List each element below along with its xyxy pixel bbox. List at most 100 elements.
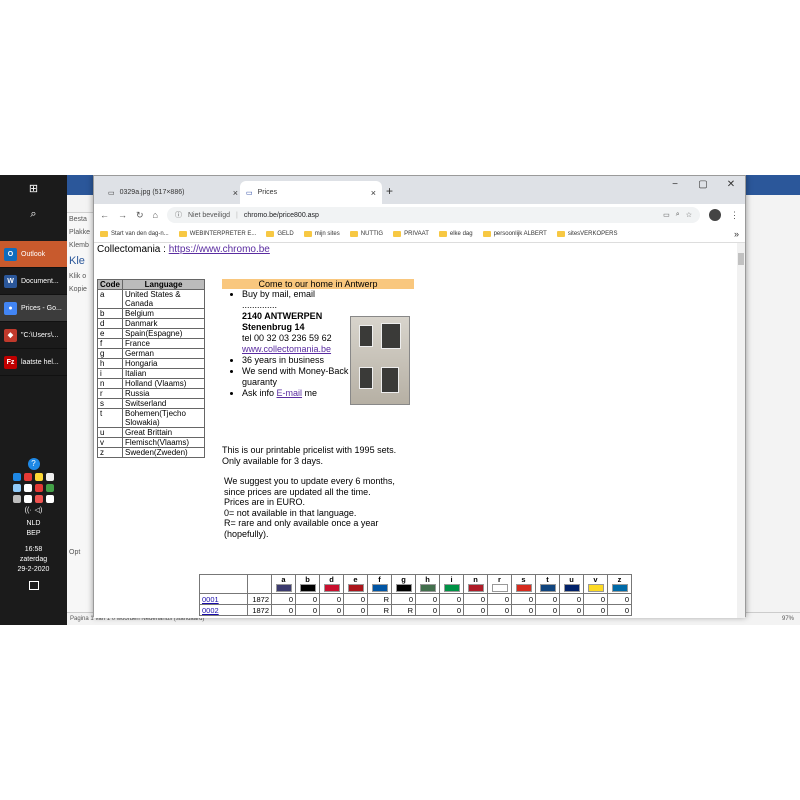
flag-icon xyxy=(443,584,460,592)
taskbar-app[interactable]: ● Prices - Go... xyxy=(0,295,67,322)
tray-icon-4[interactable] xyxy=(46,473,54,481)
col-header-lang: v xyxy=(583,574,608,594)
tab-image[interactable]: ▭ 0329a.jpg (517×886) × xyxy=(102,181,244,204)
tray-icon-2[interactable] xyxy=(24,473,32,481)
clock-time[interactable]: 16:58 xyxy=(0,545,67,555)
start-button[interactable]: ⊞ xyxy=(0,175,67,201)
reload-icon[interactable]: ↻ xyxy=(136,210,144,221)
keyboard-indicator[interactable]: BEP xyxy=(0,529,67,539)
bookmark-item[interactable]: WEBINTERPRETER E... xyxy=(178,231,256,237)
site-name: Collectomania : xyxy=(97,244,169,255)
info-icon[interactable]: ⓘ xyxy=(175,210,182,220)
taskbar-app[interactable]: O Outlook xyxy=(0,241,67,268)
tray-icon-5[interactable] xyxy=(13,484,21,492)
more-bookmarks-icon[interactable]: » xyxy=(734,229,739,239)
price-cell: 0 xyxy=(487,604,512,616)
col-header-lang: r xyxy=(487,574,512,594)
tray-icon-12[interactable] xyxy=(46,495,54,503)
price-cell: 0 xyxy=(439,593,464,605)
promo-dots: .............. xyxy=(242,300,278,310)
price-cell: 0 xyxy=(319,604,344,616)
price-cell: 0 xyxy=(415,604,440,616)
bookmark-item[interactable]: PRIVAAT xyxy=(393,231,429,237)
forward-icon[interactable]: → xyxy=(118,210,127,220)
bookmark-label: elke dag xyxy=(449,231,473,237)
lang-letter: f xyxy=(378,575,381,584)
tray-icon-3[interactable] xyxy=(35,473,43,481)
lang-name: United States & Canada xyxy=(122,289,205,309)
new-tab-button[interactable]: + xyxy=(386,184,393,198)
notifications-icon[interactable] xyxy=(28,581,39,590)
folder-icon xyxy=(349,231,358,237)
taskbar-app[interactable]: W Document... xyxy=(0,268,67,295)
table-row: g German xyxy=(97,348,205,359)
tab-prices[interactable]: ▭ Prices × xyxy=(240,181,382,204)
site-link[interactable]: https://www.chromo.be xyxy=(169,244,270,255)
lang-letter: t xyxy=(546,575,549,584)
price-cell: 0 xyxy=(487,593,512,605)
wifi-icon[interactable]: ((· xyxy=(25,506,32,516)
profile-avatar[interactable] xyxy=(709,209,721,221)
lang-code: a xyxy=(97,289,123,309)
bookmark-label: PRIVAAT xyxy=(404,231,429,237)
lang-name: Belgium xyxy=(122,308,205,319)
scrollbar-thumb[interactable] xyxy=(738,253,744,265)
close-tab-icon[interactable]: × xyxy=(371,188,376,198)
folder-icon xyxy=(303,231,312,237)
lang-name: Italian xyxy=(122,368,205,379)
lang-name: Bohemen(Tjecho Slowakia) xyxy=(122,408,205,428)
tray-icon-6[interactable] xyxy=(24,484,32,492)
bookmark-item[interactable]: GELD xyxy=(266,231,294,237)
price-cell: 0 xyxy=(343,604,368,616)
word-side-item: Opt xyxy=(69,549,81,556)
bookmark-item[interactable]: NUTTIG xyxy=(349,231,383,237)
shop-link[interactable]: www.collectomania.be xyxy=(242,344,331,354)
maximize-button[interactable]: ▢ xyxy=(689,176,717,196)
minimize-button[interactable]: − xyxy=(661,176,689,196)
price-cell: 0 xyxy=(559,593,584,605)
folder-icon xyxy=(266,231,275,237)
search-button[interactable]: ⌕ xyxy=(0,201,67,227)
install-icon[interactable]: ▭ xyxy=(663,211,670,219)
lang-letter: e xyxy=(353,575,358,584)
close-tab-icon[interactable]: × xyxy=(233,188,238,198)
tray-icon-7[interactable] xyxy=(35,484,43,492)
lang-letter: z xyxy=(617,575,622,584)
bookmark-item[interactable]: sitesVERKOPERS xyxy=(556,231,618,237)
bookmark-star-icon[interactable]: ☆ xyxy=(686,211,692,219)
taskbar-app[interactable]: ◆ "C:\Users\... xyxy=(0,322,67,349)
bookmark-item[interactable]: persoonlijk ALBERT xyxy=(482,231,547,237)
bookmark-item[interactable]: mijn sites xyxy=(303,231,340,237)
word-side-item: Klik o xyxy=(69,273,87,280)
email-link[interactable]: E-mail xyxy=(277,388,303,398)
volume-icon[interactable]: ◁) xyxy=(35,506,43,516)
address-bar[interactable]: ⓘ Niet beveiligd | chromo.be/price800.as… xyxy=(166,207,700,223)
bookmark-item[interactable]: Start van den dag-n... xyxy=(100,231,169,237)
item-year: 1872 xyxy=(247,604,272,616)
col-header-lang: d xyxy=(319,574,344,594)
zoom-icon[interactable]: ⌕ xyxy=(676,211,680,219)
table-row: h Hongaria xyxy=(97,358,205,369)
item-code-link[interactable]: 0002 xyxy=(202,606,219,615)
outlook-icon: O xyxy=(4,247,17,261)
flag-icon xyxy=(299,584,316,592)
tray-icon-10[interactable] xyxy=(24,495,32,503)
vertical-scrollbar[interactable] xyxy=(737,243,745,618)
bookmark-item[interactable]: elke dag xyxy=(438,231,473,237)
app-icon: ◆ xyxy=(4,328,17,342)
close-window-button[interactable]: ✕ xyxy=(717,176,745,196)
home-icon[interactable]: ⌂ xyxy=(153,210,158,220)
tray-icon-11[interactable] xyxy=(35,495,43,503)
taskbar-app[interactable]: Fz laatste hel... xyxy=(0,349,67,376)
language-indicator[interactable]: NLD xyxy=(0,519,67,529)
menu-icon[interactable]: ⋮ xyxy=(730,210,739,221)
back-icon[interactable]: ← xyxy=(100,210,109,220)
word-zoom[interactable]: 97% xyxy=(782,613,794,625)
tray-icon-9[interactable] xyxy=(13,495,21,503)
tray-icon-1[interactable] xyxy=(13,473,21,481)
item-code-link[interactable]: 0001 xyxy=(202,595,219,604)
tray-icon-8[interactable] xyxy=(46,484,54,492)
help-icon[interactable]: ? xyxy=(27,458,40,470)
folder-icon xyxy=(100,231,108,237)
bookmark-label: GELD xyxy=(277,231,294,237)
